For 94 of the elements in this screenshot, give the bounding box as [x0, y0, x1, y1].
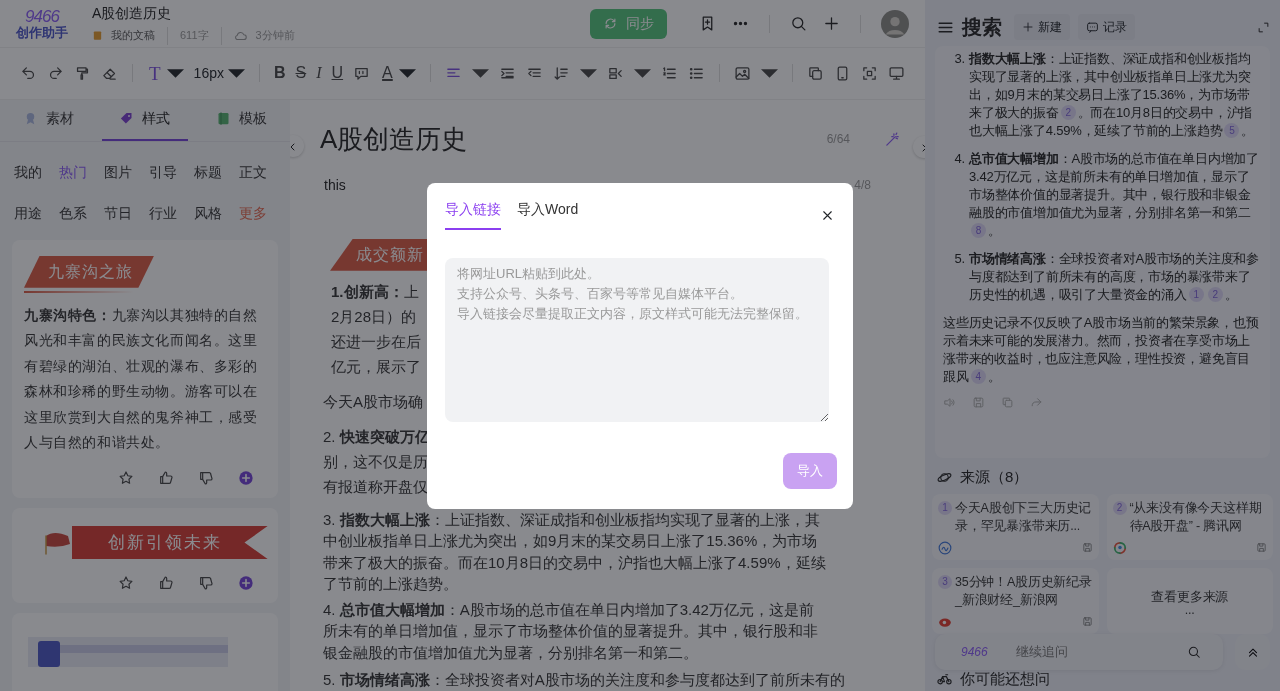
paragraph-line: 5. 市场情绪高涨：全球投资者对A股市场的关注度和参与度都达到了前所未有的: [323, 670, 845, 691]
banner-title: 九寨沟之旅: [24, 255, 154, 288]
font-color-dropdown[interactable]: A: [380, 64, 416, 82]
more-sources-button[interactable]: 查看更多来源 ...: [1106, 567, 1273, 634]
bicycle-icon: [937, 671, 952, 687]
font-size-dropdown[interactable]: 16px: [193, 62, 245, 84]
section-title: 你可能还想问: [960, 668, 1050, 689]
card-text: 九寨沟特色：九寨沟以其独特的自然风光和丰富的民族文化而闻名。这里有碧绿的湖泊、壮观的瀑布、多彩的森林和珍稀的野生动物。游客可以在这里欣赏到大自然的鬼斧神工，感受人与自然的和谐共处。: [24, 306, 259, 453]
format-painter-icon[interactable]: [74, 64, 91, 82]
citation-badge[interactable]: 2: [1207, 287, 1223, 302]
image-icon[interactable]: [733, 64, 751, 82]
more-link[interactable]: 更多: [239, 202, 284, 224]
add-icon[interactable]: [238, 575, 254, 592]
source-title: 35分钟！A股历史新纪录_新浪财经_新浪网: [955, 573, 1093, 609]
paragraph-line: 还进一步在后: [331, 331, 421, 352]
category-tab[interactable]: 热门: [59, 161, 104, 183]
tag-icon: [119, 110, 135, 126]
panel-tab[interactable]: 模板: [198, 99, 285, 141]
paragraph-line: 今天A股市场确: [323, 391, 423, 412]
avatar[interactable]: [881, 9, 909, 38]
paragraph-line: 别，这不仅是历: [323, 451, 428, 472]
sync-icon: [603, 16, 618, 32]
category-tab[interactable]: 风格: [194, 202, 239, 224]
search-icon[interactable]: [790, 15, 807, 33]
paragraph: 3. 指数大幅上涨：上证指数、深证成指和创业板指均实现了显著的上涨，其中创业板指单日上涨尤为突出，如9月末的某交易日上涨了15.36%，为市场带来了极大的振奋。而在10月8日的交易中，沪指也大幅上涨了4.59%，延续了节前的上涨趋势。: [323, 509, 827, 595]
style-card[interactable]: 创新引领未来: [12, 507, 278, 604]
thumbs-down-icon[interactable]: [198, 575, 214, 592]
paragraph-line: 有报道称开盘仅: [323, 476, 428, 497]
new-button[interactable]: 新建: [1014, 14, 1070, 40]
follow-up-field[interactable]: 继续追问: [1013, 641, 1187, 663]
source-card[interactable]: 3 35分钟！A股历史新纪录_新浪财经_新浪网: [932, 567, 1099, 634]
thumbs-up-icon[interactable]: [158, 469, 174, 486]
list-number: 4.: [953, 150, 965, 168]
app-logo[interactable]: 9466 创作助手: [16, 7, 68, 40]
category-tab[interactable]: 引导: [149, 161, 194, 183]
subtitle-field[interactable]: this: [324, 174, 346, 196]
source-title: 今天A股创下三大历史记录，罕见暴涨带来历...: [955, 499, 1093, 535]
category-tab[interactable]: 正文: [239, 161, 284, 183]
undo-icon[interactable]: [20, 64, 37, 82]
paragraph-line: 1.创新高：上: [331, 281, 419, 302]
redo-icon[interactable]: [47, 64, 64, 82]
thumbs-up-icon[interactable]: [158, 575, 174, 592]
document-title-field[interactable]: A股创造历史: [320, 119, 468, 159]
category-tab[interactable]: 我的: [14, 161, 59, 183]
panel-tab[interactable]: 素材: [5, 99, 92, 141]
site-logo-icon: [938, 540, 952, 555]
category-tab[interactable]: 行业: [149, 202, 194, 224]
italic-button[interactable]: I: [316, 65, 322, 82]
source-title: “从来没有像今天这样期待A股开盘” - 腾讯网: [1129, 499, 1263, 535]
citation-number: 3: [938, 574, 952, 589]
bold-button[interactable]: B: [273, 65, 286, 82]
thumbs-down-icon[interactable]: [198, 469, 214, 486]
history-button[interactable]: 记录: [1078, 14, 1135, 40]
paragraph-line: 2月28日）的: [331, 306, 417, 327]
citation-badge[interactable]: 1: [1188, 287, 1204, 302]
citation-badge[interactable]: 2: [1060, 105, 1076, 120]
folder-link[interactable]: 我的文稿: [111, 27, 155, 44]
expand-icon[interactable]: [1257, 20, 1270, 34]
book-icon: [216, 110, 232, 126]
category-tab[interactable]: 色系: [59, 202, 104, 224]
panel-title: 搜索: [962, 15, 1002, 40]
style-card[interactable]: 九寨沟之旅 九寨沟特色：九寨沟以其独特的自然风光和丰富的民族文化而闻名。这里有碧绿的湖泊、壮观的瀑布、多彩的森林和珍稀的野生动物。游客可以在这里欣赏到大自然的鬼斧神工，感受人与自然的和谐共处。: [12, 239, 278, 498]
panel-tab[interactable]: 样式: [102, 99, 188, 141]
search-icon[interactable]: [1187, 645, 1201, 659]
magic-wand-icon[interactable]: [884, 130, 901, 148]
site-logo-icon: [1112, 540, 1127, 555]
answer-paragraph: 市场情绪高涨：全球投资者对A股市场的关注度和参与度都达到了前所未有的高度，市场的暴涨带来了历史性的机遇，吸引了大量资金的涌入 1 2 。: [969, 250, 1260, 304]
section-title: 来源（8）: [960, 467, 1029, 487]
underline-button[interactable]: U: [331, 65, 344, 82]
category-tab[interactable]: 图片: [104, 161, 149, 183]
scan-icon[interactable]: [860, 64, 878, 82]
banner-title: 创新引领未来: [72, 525, 268, 560]
list-number: 5.: [953, 250, 965, 268]
category-tab[interactable]: 节日: [104, 202, 149, 224]
monitor-icon[interactable]: [887, 64, 905, 82]
text-style-dropdown[interactable]: T: [147, 63, 184, 83]
star-icon[interactable]: [118, 469, 134, 486]
add-icon[interactable]: [238, 469, 254, 486]
plus-icon: [1022, 21, 1034, 33]
line-height-icon[interactable]: [552, 64, 570, 82]
folder-icon: [92, 30, 103, 42]
app-logo: 9466: [961, 644, 988, 661]
strikethrough-button[interactable]: S: [295, 65, 307, 82]
star-icon[interactable]: [118, 575, 134, 592]
document-title: A股创造历史: [92, 3, 173, 23]
copy-icon[interactable]: [806, 64, 824, 82]
list-number: 3.: [953, 50, 965, 68]
add-icon[interactable]: [823, 15, 840, 33]
paragraph: 4. 总市值大幅增加：A股市场的总市值在单日内增加了3.42万亿元，这是前所未有的单日增加值，显示了市场整体价值的显著提升。其中，银行股和非银金融股的市值增加值尤为显著，分别排名第一和第二。: [323, 599, 819, 663]
category-tab[interactable]: 标题: [194, 161, 239, 183]
answer-paragraph: 这些历史记录不仅反映了A股市场当前的繁荣景象，也预示着未来可能的发展潜力。然而，投资者在享受市场上涨带来的收益时，也应注意风险，理性投资，避免盲目跟风 4 。: [943, 314, 1260, 386]
category-tab[interactable]: 用途: [14, 202, 59, 224]
chat-icon: [1086, 20, 1099, 34]
paragraph-line: 亿元，展示了: [331, 356, 421, 377]
